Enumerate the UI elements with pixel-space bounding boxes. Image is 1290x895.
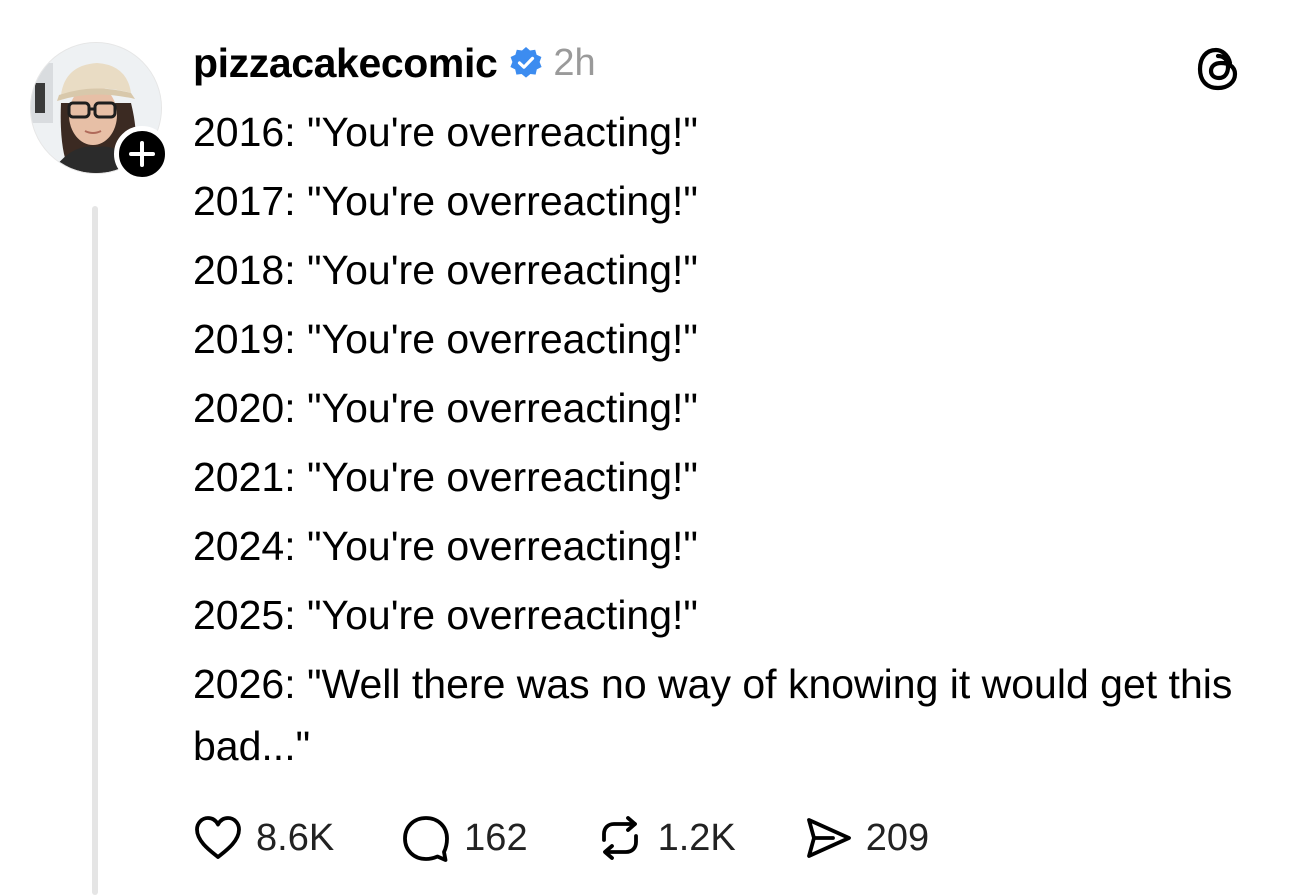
verified-badge-icon [509,46,543,80]
share-button[interactable]: 209 [800,810,929,866]
post-line: 2016: "You're overreacting!" [193,109,698,155]
reply-button[interactable]: 162 [398,810,528,866]
post-line: 2017: "You're overreacting!" [193,178,698,224]
thread-line [92,206,98,895]
avatar-container[interactable] [30,42,170,182]
plus-icon [129,141,155,167]
comment-icon [403,816,450,862]
post-line: 2026: "Well there was no way of knowing … [193,661,1233,769]
like-button[interactable]: 8.6K [190,810,334,866]
follow-button[interactable] [114,126,170,182]
post-line: 2018: "You're overreacting!" [193,247,698,293]
send-icon [806,818,851,858]
threads-logo-icon[interactable] [1194,44,1244,94]
reply-count: 162 [464,816,528,859]
post-line: 2025: "You're overreacting!" [193,592,698,638]
post-line: 2019: "You're overreacting!" [193,316,698,362]
post-line: 2021: "You're overreacting!" [193,454,698,500]
like-count: 8.6K [256,816,335,859]
username[interactable]: pizzacakecomic [193,40,498,87]
repost-count: 1.2K [657,816,736,859]
heart-icon [195,816,241,859]
timestamp[interactable]: 2h [553,42,595,85]
repost-icon [601,816,638,860]
post-line: 2024: "You're overreacting!" [193,523,698,569]
repost-button[interactable]: 1.2K [592,810,736,866]
share-count: 209 [865,816,930,859]
post-header: pizzacakecomic 2h [193,38,596,88]
post-body: 2016: "You're overreacting!" 2017: "You'… [193,98,1253,777]
post-line: 2020: "You're overreacting!" [193,385,698,431]
action-bar: 8.6K 162 1.2K 209 [190,808,993,868]
